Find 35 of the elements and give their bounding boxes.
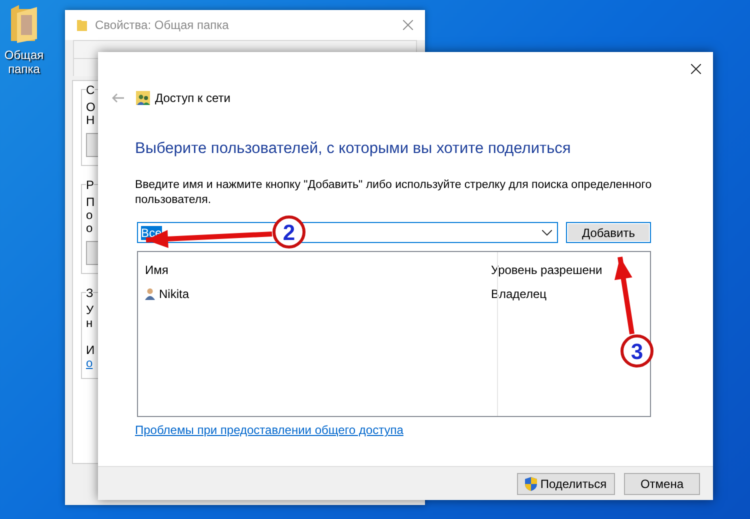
folder-icon <box>77 19 87 31</box>
back-arrow-icon[interactable] <box>112 93 124 103</box>
window-title: Свойства: Общая папка <box>95 18 230 32</box>
dialog-title: Доступ к сети <box>155 91 230 105</box>
step-number: 3 <box>630 339 644 364</box>
cancel-button[interactable]: Отмена <box>624 472 700 494</box>
partial-text: О <box>86 101 96 114</box>
partial-text: У <box>86 304 94 317</box>
group-legend: Р <box>86 179 94 192</box>
desktop-icon-label[interactable]: Общая папка <box>2 48 46 76</box>
chevron-down-icon[interactable] <box>542 230 552 236</box>
close-icon[interactable] <box>691 64 701 74</box>
folder-icon[interactable] <box>9 3 39 43</box>
user-name[interactable]: Nikita <box>159 287 190 301</box>
user-icon <box>145 288 155 300</box>
users-icon <box>136 91 150 105</box>
partial-text: о <box>86 222 93 235</box>
step-number: 2 <box>282 220 296 245</box>
partial-text: о <box>86 209 93 222</box>
group-legend: З <box>86 287 94 300</box>
group-legend: С <box>86 84 95 97</box>
dialog-heading: Выберите пользователей, с которыми вы хотите поделиться <box>135 140 572 158</box>
column-header[interactable]: Уровень разрешени <box>486 263 602 277</box>
partial-link[interactable]: о <box>86 357 93 370</box>
add-button[interactable]: Добавить <box>566 222 651 243</box>
shield-icon <box>525 476 538 490</box>
partial-text: И <box>86 344 95 357</box>
permission-level[interactable]: Владелец <box>486 287 547 301</box>
column-header[interactable]: Имя <box>138 263 486 277</box>
partial-text: П <box>86 196 95 209</box>
instruction-text: Введите имя и нажмите кнопку "Добавить" либо используйте стрелку для поиска определенного пользователя. <box>135 178 653 208</box>
partial-text: н <box>86 317 93 330</box>
partial-text: Н <box>86 114 95 127</box>
help-link[interactable]: Проблемы при предоставлении общего доступа <box>135 423 404 437</box>
share-button[interactable]: Поделиться <box>517 472 615 494</box>
